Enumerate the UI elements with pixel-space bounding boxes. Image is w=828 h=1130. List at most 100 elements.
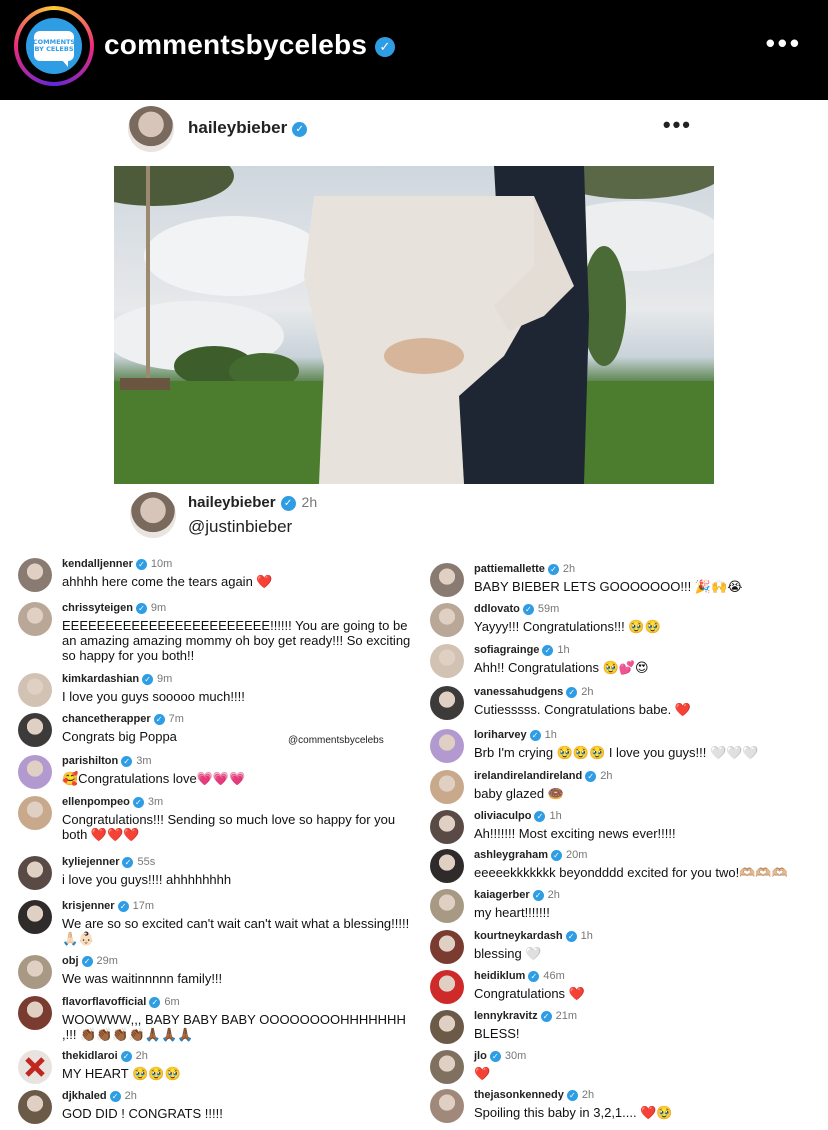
comment-username[interactable]: kourtneykardash ✓ 1h	[474, 930, 593, 942]
avatar[interactable]	[430, 770, 464, 804]
post-photo[interactable]	[114, 166, 714, 484]
comment-username[interactable]: thejasonkennedy ✓ 2h	[474, 1089, 594, 1101]
avatar[interactable]	[430, 644, 464, 678]
comment-timestamp: 21m	[555, 1010, 577, 1022]
avatar[interactable]	[18, 955, 52, 989]
comment-username[interactable]: sofiagrainge ✓ 1h	[474, 644, 570, 656]
comment-item: kaiagerber ✓ 2h my heart!!!!!!!	[430, 889, 826, 929]
comment-username[interactable]: pattiemallette ✓ 2h	[474, 563, 575, 575]
post-caption: haileybieber ✓ 2h @justinbieber	[130, 490, 630, 538]
avatar[interactable]	[18, 673, 52, 707]
comment-timestamp: 20m	[565, 849, 588, 861]
comment-timestamp: 6m	[164, 996, 180, 1008]
comment-timestamp: 10m	[150, 558, 173, 570]
avatar[interactable]	[430, 849, 464, 883]
verified-badge-icon: ✓	[489, 1051, 501, 1062]
comment-username[interactable]: flavorflavofficial ✓ 6m	[62, 996, 180, 1008]
verified-badge-icon: ✓	[120, 1051, 132, 1062]
avatar[interactable]	[18, 755, 52, 789]
avatar[interactable]	[18, 1090, 52, 1124]
avatar[interactable]	[18, 900, 52, 934]
more-options-icon[interactable]: •••	[766, 28, 802, 59]
comment-username[interactable]: loriharvey ✓ 1h	[474, 729, 557, 741]
avatar[interactable]	[430, 563, 464, 597]
comment-text: Congratulations!!! Sending so much love …	[62, 812, 396, 842]
verified-badge-icon: ✓	[565, 931, 577, 942]
comment-item: sofiagrainge ✓ 1h Ahh!! Congratulations 🥹💕😍	[430, 644, 826, 684]
avatar[interactable]	[430, 729, 464, 763]
comment-item: chancetherapper ✓ 7m Congrats big Poppa	[18, 713, 422, 753]
comment-username[interactable]: kimkardashian ✓ 9m	[62, 673, 172, 685]
comment-username[interactable]: ashleygraham ✓ 20m	[474, 849, 587, 861]
verified-badge-icon: ✓	[522, 604, 534, 615]
comment-username[interactable]: irelandirelandireland ✓ 2h	[474, 770, 612, 782]
verified-badge-icon: ✓	[529, 730, 541, 741]
comment-item: kourtneykardash ✓ 1h blessing 🤍	[430, 930, 826, 970]
comment-text: ❤️	[474, 1066, 491, 1081]
comment-username[interactable]: chancetherapper ✓ 7m	[62, 713, 184, 725]
comment-username[interactable]: lennykravitz ✓ 21m	[474, 1010, 577, 1022]
avatar[interactable]	[430, 930, 464, 964]
avatar[interactable]	[430, 603, 464, 637]
avatar[interactable]	[430, 1050, 464, 1084]
verified-badge-icon: ✓	[153, 714, 165, 725]
comment-username[interactable]: kyliejenner ✓ 55s	[62, 856, 155, 868]
verified-badge-icon: ✓	[534, 811, 546, 822]
comment-text: Cutiesssss. Congratulations babe. ❤️	[474, 702, 692, 717]
post-more-options-icon[interactable]: •••	[663, 112, 692, 138]
comment-username[interactable]: chrissyteigen ✓ 9m	[62, 602, 166, 614]
comment-username[interactable]: thekidlaroi ✓ 2h	[62, 1050, 148, 1062]
comment-username[interactable]: heidiklum ✓ 46m	[474, 970, 565, 982]
avatar[interactable]	[130, 492, 176, 538]
comment-text: BLESS!	[474, 1026, 520, 1041]
comment-item: ellenpompeo ✓ 3m Congratulations!!! Sending…	[18, 796, 422, 842]
comment-username[interactable]: obj ✓ 29m	[62, 955, 118, 967]
avatar[interactable]	[430, 970, 464, 1004]
caption-username[interactable]: haileybieber ✓ 2h	[188, 494, 317, 511]
comment-username[interactable]: ellenpompeo ✓ 3m	[62, 796, 163, 808]
avatar[interactable]	[430, 1089, 464, 1123]
avatar[interactable]	[430, 810, 464, 844]
comment-username[interactable]: parishilton ✓ 3m	[62, 755, 152, 767]
avatar[interactable]	[430, 889, 464, 923]
caption-text[interactable]: @justinbieber	[188, 517, 292, 537]
verified-badge-icon: ✓	[280, 496, 296, 511]
avatar[interactable]	[430, 686, 464, 720]
avatar[interactable]	[128, 106, 174, 152]
post-username[interactable]: haileybieber ✓	[188, 118, 308, 138]
comment-item: obj ✓ 29m We was waitinnnnn family!!!	[18, 955, 422, 995]
comment-timestamp: 1h	[580, 930, 593, 942]
verified-badge-icon: ✓	[81, 956, 93, 967]
avatar[interactable]	[18, 602, 52, 636]
verified-badge-icon: ✓	[532, 890, 544, 901]
comment-username[interactable]: djkhaled ✓ 2h	[62, 1090, 137, 1102]
comment-timestamp: 2h	[581, 1089, 595, 1101]
comment-timestamp: 2h	[547, 889, 560, 901]
comment-timestamp: 55s	[137, 856, 156, 868]
avatar[interactable]	[18, 558, 52, 592]
comment-item: vanessahudgens ✓ 2h Cutiesssss. Congratulat…	[430, 686, 826, 726]
comment-timestamp: 3m	[147, 796, 164, 808]
avatar[interactable]	[18, 996, 52, 1030]
verified-badge-icon: ✓	[540, 1011, 552, 1022]
avatar[interactable]	[18, 1050, 52, 1084]
account-name[interactable]: commentsbycelebs ✓	[104, 29, 396, 61]
avatar[interactable]	[18, 796, 52, 830]
comment-username[interactable]: vanessahudgens ✓ 2h	[474, 686, 594, 698]
comment-username[interactable]: oliviaculpo ✓ 1h	[474, 810, 562, 822]
comment-item: flavorflavofficial ✓ 6m WOOWWW,,, BABY BABY…	[18, 996, 422, 1042]
comment-timestamp: 7m	[168, 713, 184, 725]
avatar[interactable]	[430, 1010, 464, 1044]
verified-badge-icon: ✓	[122, 857, 134, 868]
story-ring[interactable]: COMMENTS BY CELEBS	[14, 6, 94, 86]
comment-username[interactable]: krisjenner ✓ 17m	[62, 900, 154, 912]
comment-timestamp: 2h	[581, 686, 594, 698]
avatar[interactable]	[18, 856, 52, 890]
comment-username[interactable]: kaiagerber ✓ 2h	[474, 889, 560, 901]
comment-username[interactable]: ddlovato ✓ 59m	[474, 603, 559, 615]
comment-username[interactable]: kendalljenner ✓ 10m	[62, 558, 172, 570]
avatar[interactable]	[18, 713, 52, 747]
comment-username[interactable]: jlo ✓ 30m	[474, 1050, 526, 1062]
comment-text: eeeeekkkkkkk beyondddd excited for you t…	[474, 865, 788, 880]
comment-timestamp: 1h	[549, 810, 562, 822]
